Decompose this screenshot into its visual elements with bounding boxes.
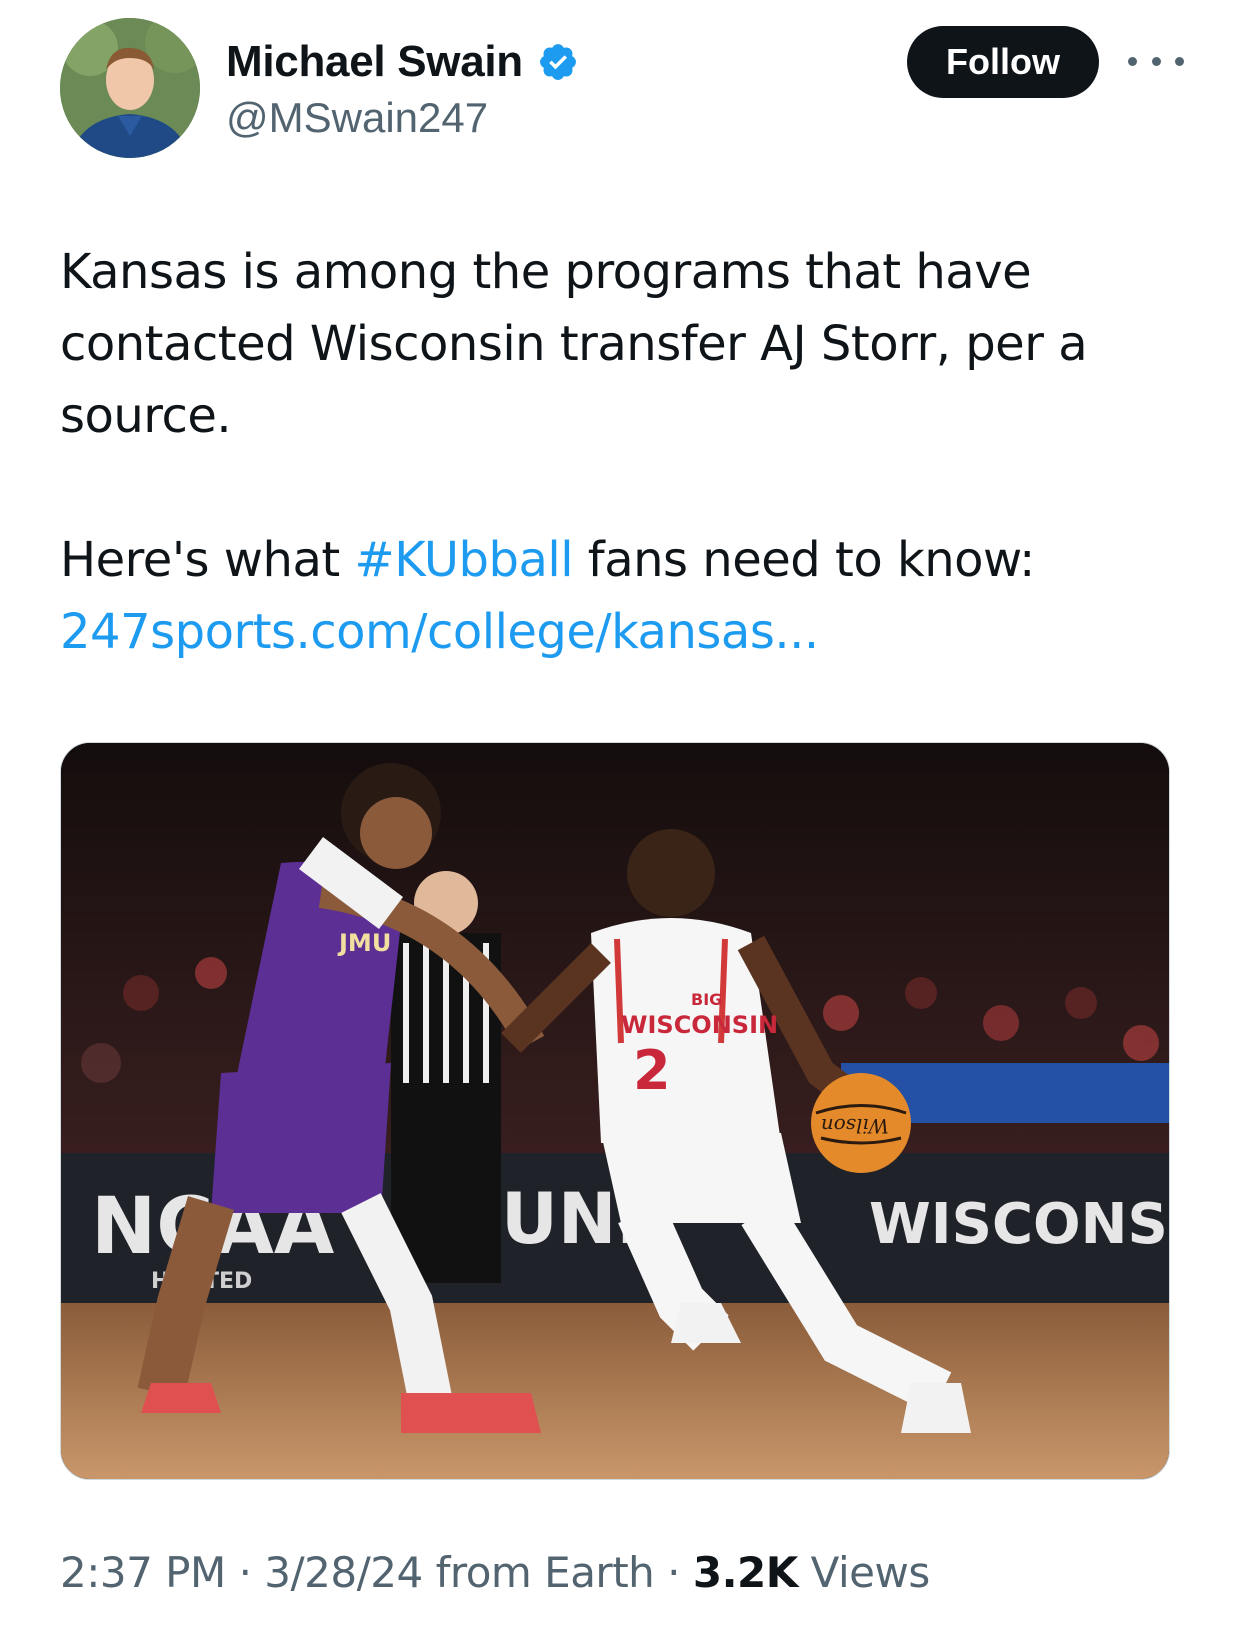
display-name[interactable]: Michael Swain: [226, 37, 523, 87]
text-suffix: fans need to know:: [573, 532, 1036, 588]
avatar-image: [60, 18, 200, 158]
more-options-icon[interactable]: [1128, 46, 1184, 76]
article-link[interactable]: 247sports.com/college/kansas...: [60, 604, 819, 660]
tweet-source: from Earth: [422, 1548, 655, 1597]
hashtag-link[interactable]: #KUbball: [354, 532, 573, 588]
author-block: Michael Swain @MSwain247: [226, 34, 579, 142]
jersey-number-text: 2: [633, 1039, 671, 1102]
separator: ·: [654, 1548, 693, 1597]
ball-brand-text: Wilson: [821, 1114, 889, 1138]
banner-text-right: WISCONSIN: [869, 1192, 1169, 1257]
follow-button[interactable]: Follow: [907, 26, 1099, 98]
tweet-date[interactable]: 3/28/24: [264, 1548, 423, 1597]
views-label: Views: [797, 1548, 931, 1597]
tweet-metadata: 2:37 PM · 3/28/24 from Earth · 3.2K View…: [60, 1548, 930, 1597]
name-row: Michael Swain: [226, 34, 579, 90]
handle[interactable]: @MSwain247: [226, 94, 579, 142]
tweet-paragraph-2: Here's what #KUbball fans need to know:: [60, 524, 1190, 596]
dot: [1175, 56, 1184, 66]
text-prefix: Here's what: [60, 532, 355, 588]
views-count[interactable]: 3.2K: [693, 1548, 798, 1597]
separator: ·: [225, 1548, 265, 1597]
dot: [1128, 56, 1137, 66]
avatar[interactable]: [60, 18, 200, 158]
tweet-paragraph-1: Kansas is among the programs that have c…: [60, 244, 1088, 444]
jersey-school-text: WISCONSIN: [621, 1011, 778, 1039]
tweet-time[interactable]: 2:37 PM: [60, 1548, 226, 1597]
dot: [1151, 56, 1161, 66]
tweet-photo[interactable]: NCAA HOSTED UND WISCONSIN: [60, 742, 1170, 1480]
conference-text: BIG: [691, 990, 722, 1009]
opponent-jersey-text: JMU: [337, 929, 391, 957]
verified-badge-icon[interactable]: [537, 41, 579, 83]
tweet-text: Kansas is among the programs that have c…: [60, 236, 1190, 668]
tweet: Michael Swain @MSwain247 Follow Kansas i…: [0, 0, 1242, 1636]
basketball-photo: NCAA HOSTED UND WISCONSIN: [61, 743, 1169, 1479]
